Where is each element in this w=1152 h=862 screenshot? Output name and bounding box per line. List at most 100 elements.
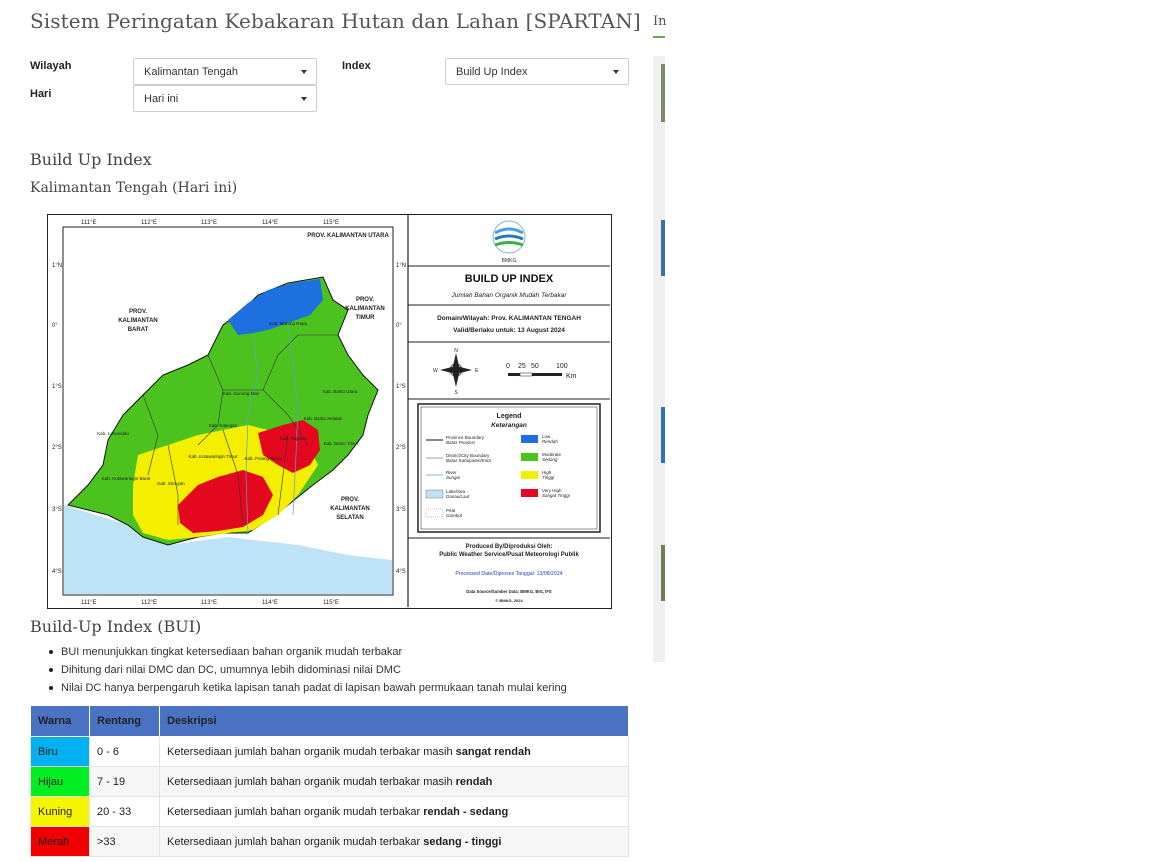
- svg-text:Kab. Barito Timur: Kab. Barito Timur: [324, 441, 359, 446]
- svg-text:Rendah: Rendah: [542, 439, 558, 444]
- table-row: Hijau 7 - 19 Ketersediaan jumlah bahan o…: [30, 766, 629, 797]
- table-header-deskripsi: Deskripsi: [159, 705, 629, 737]
- svg-text:115°E: 115°E: [323, 220, 339, 226]
- svg-text:Kab. Pulang Pisau: Kab. Pulang Pisau: [244, 456, 282, 461]
- bui-map: 111°E 112°E 113°E 114°E 115°E 111°E 112°…: [47, 214, 612, 609]
- svg-text:111°E: 111°E: [81, 220, 97, 226]
- svg-text:100: 100: [556, 363, 568, 370]
- svg-text:Kab. Seruyan: Kab. Seruyan: [157, 481, 185, 486]
- index-value: Build Up Index: [456, 66, 528, 78]
- svg-text:KALIMANTAN: KALIMANTAN: [118, 318, 158, 324]
- svg-text:114°E: 114°E: [262, 600, 278, 606]
- data-source: Data Source/Sumber Data: BMKG, BIG, IFS: [466, 589, 552, 594]
- svg-text:112°E: 112°E: [141, 220, 157, 226]
- svg-text:KALIMANTAN: KALIMANTAN: [345, 306, 385, 312]
- svg-text:114°E: 114°E: [262, 220, 278, 226]
- svg-text:2°S: 2°S: [396, 445, 406, 451]
- svg-text:TIMUR: TIMUR: [356, 315, 376, 321]
- hari-label: Hari: [30, 88, 52, 100]
- table-row: Kuning 20 - 33 Ketersediaan jumlah bahan…: [30, 796, 629, 827]
- svg-text:1°N: 1°N: [52, 263, 62, 269]
- description-cell: Ketersediaan jumlah bahan organik mudah …: [159, 736, 629, 767]
- wilayah-select[interactable]: Kalimantan Tengah: [133, 58, 317, 85]
- color-cell: Biru: [30, 736, 90, 767]
- map-valid: Valid/Berlaku untuk: 13 August 2024: [453, 327, 565, 334]
- bui-table: Warna Rentang Deskripsi Biru 0 - 6 Keter…: [30, 705, 629, 857]
- svg-text:BARAT: BARAT: [128, 327, 149, 333]
- range-cell: >33: [89, 826, 160, 857]
- svg-text:111°E: 111°E: [81, 600, 97, 606]
- svg-text:113°E: 113°E: [201, 600, 217, 606]
- index-label: Index: [342, 60, 371, 72]
- svg-text:25: 25: [518, 363, 526, 370]
- svg-text:PROV.: PROV.: [129, 309, 147, 315]
- svg-text:Sangat Tinggi: Sangat Tinggi: [542, 493, 571, 498]
- svg-text:Batas Kabupaten/Kota: Batas Kabupaten/Kota: [446, 458, 492, 463]
- list-item: Nilai DC hanya berpengaruh ketika lapisa…: [48, 681, 567, 699]
- sidebar-thumbnail[interactable]: [661, 64, 665, 122]
- table-row: Biru 0 - 6 Ketersediaan jumlah bahan org…: [30, 736, 629, 767]
- svg-text:2°S: 2°S: [52, 445, 62, 451]
- svg-text:0: 0: [506, 363, 510, 370]
- svg-text:4°S: 4°S: [52, 569, 62, 575]
- table-header-rentang: Rentang: [89, 705, 160, 737]
- list-item: BUI menunjukkan tingkat ketersediaan bah…: [48, 645, 567, 663]
- svg-text:Km: Km: [566, 373, 577, 380]
- sidebar-thumbnail[interactable]: [661, 545, 665, 601]
- svg-text:3°S: 3°S: [396, 507, 406, 513]
- svg-text:113°E: 113°E: [201, 220, 217, 226]
- region-subtitle: Kalimantan Tengah (Hari ini): [30, 180, 238, 196]
- wilayah-label: Wilayah: [30, 60, 72, 72]
- svg-text:Tinggi: Tinggi: [542, 475, 555, 480]
- color-cell: Merah: [30, 826, 90, 857]
- produced-org: Public Weather Service/Pusat Meteorologi…: [439, 552, 579, 558]
- range-cell: 0 - 6: [89, 736, 160, 767]
- svg-text:BMKG: BMKG: [502, 258, 517, 264]
- svg-text:W: W: [433, 368, 438, 374]
- svg-text:PROV.: PROV.: [341, 497, 359, 503]
- svg-text:Kab. Kapuas: Kab. Kapuas: [280, 436, 307, 441]
- index-select[interactable]: Build Up Index: [445, 58, 629, 85]
- sidebar-thumbnail[interactable]: [661, 407, 665, 463]
- index-title: Build Up Index: [30, 150, 152, 169]
- map-panel-title: BUILD UP INDEX: [465, 273, 554, 285]
- page-title: Sistem Peringatan Kebakaran Hutan dan La…: [30, 9, 641, 33]
- svg-text:3°S: 3°S: [52, 507, 62, 513]
- svg-text:Legend: Legend: [497, 413, 522, 420]
- hari-select[interactable]: Hari ini: [133, 85, 317, 112]
- svg-text:Kab. Kotawaringin Barat: Kab. Kotawaringin Barat: [102, 476, 151, 481]
- svg-text:50: 50: [531, 363, 539, 370]
- svg-text:Sungai: Sungai: [446, 475, 461, 480]
- svg-text:Sedang: Sedang: [542, 457, 558, 462]
- map-domain: Domain/Wilayah: Prov. KALIMANTAN TENGAH: [437, 315, 581, 322]
- svg-text:Kab. Murung Raya: Kab. Murung Raya: [269, 321, 307, 326]
- svg-text:Keterangan: Keterangan: [491, 422, 527, 429]
- svg-text:Batas Provinsi: Batas Provinsi: [446, 440, 476, 445]
- svg-text:0°: 0°: [52, 323, 58, 329]
- color-cell: Hijau: [30, 766, 90, 797]
- svg-text:112°E: 112°E: [141, 600, 157, 606]
- produced-by: Produced By/Diproduksi Oleh:: [465, 544, 552, 550]
- svg-text:N: N: [454, 348, 458, 354]
- bui-title: Build-Up Index (BUI): [30, 617, 202, 636]
- table-header-row: Warna Rentang Deskripsi: [30, 705, 629, 737]
- svg-text:4°S: 4°S: [396, 569, 406, 575]
- svg-text:Kab. Kotawaringin Timur: Kab. Kotawaringin Timur: [188, 454, 238, 459]
- sidebar-tab[interactable]: In: [653, 14, 667, 29]
- processed-date: Processed Date/Diproses Tanggal: 13/08/2…: [455, 571, 562, 577]
- svg-text:PROV.: PROV.: [356, 297, 374, 303]
- chevron-down-icon: [301, 97, 307, 101]
- svg-text:1°S: 1°S: [396, 384, 406, 390]
- wilayah-value: Kalimantan Tengah: [144, 66, 238, 78]
- description-cell: Ketersediaan jumlah bahan organik mudah …: [159, 826, 629, 857]
- svg-text:Kab. Gunung Mas: Kab. Gunung Mas: [223, 391, 260, 396]
- svg-text:Kab. Barito Selatan: Kab. Barito Selatan: [304, 416, 343, 421]
- hari-value: Hari ini: [144, 93, 179, 105]
- svg-text:Kab. Barito Utara: Kab. Barito Utara: [323, 389, 358, 394]
- svg-text:115°E: 115°E: [323, 600, 339, 606]
- bui-bullets: BUI menunjukkan tingkat ketersediaan bah…: [48, 645, 567, 699]
- svg-text:0°: 0°: [396, 323, 402, 329]
- list-item: Dihitung dari nilai DMC dan DC, umumnya …: [48, 663, 567, 681]
- sidebar-thumbnail[interactable]: [661, 220, 665, 276]
- table-header-warna: Warna: [30, 705, 90, 737]
